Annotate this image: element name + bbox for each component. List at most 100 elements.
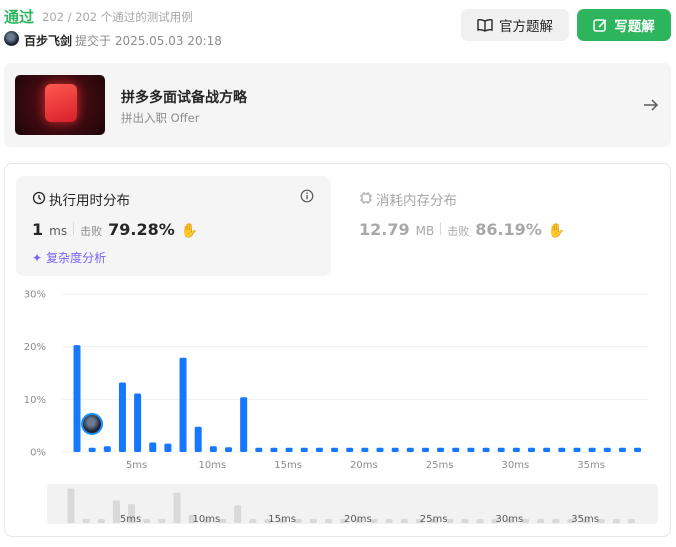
chart-bar bbox=[634, 447, 642, 452]
tab-memory-distribution[interactable]: 消耗内存分布 bbox=[376, 189, 457, 209]
brush-bar bbox=[461, 519, 469, 523]
chart-bar bbox=[255, 447, 263, 452]
runtime-unit: ms bbox=[49, 224, 68, 238]
brush-tick-label: 10ms bbox=[193, 514, 221, 525]
chart-bar bbox=[134, 393, 142, 452]
brush-bar bbox=[173, 492, 181, 523]
x-tick-label: 25ms bbox=[426, 460, 454, 471]
brush-bar bbox=[67, 488, 75, 523]
chart-bar bbox=[452, 447, 460, 452]
official-solution-button[interactable]: 官方题解 bbox=[461, 9, 569, 41]
chart-bar bbox=[270, 447, 278, 452]
x-tick-label: 5ms bbox=[126, 460, 147, 471]
brush-bar bbox=[400, 519, 408, 523]
divider bbox=[73, 222, 75, 235]
write-solution-button[interactable]: 写题解 bbox=[577, 9, 671, 41]
y-tick-label: 0% bbox=[30, 448, 46, 459]
complexity-label: 复杂度分析 bbox=[46, 251, 107, 265]
brush-tick-label: 25ms bbox=[420, 514, 448, 525]
arrow-right-icon[interactable] bbox=[641, 95, 661, 115]
zoom-brush-preview[interactable]: 5ms 10ms 15ms 20ms 25ms 30ms 35ms bbox=[0, 480, 676, 530]
chart-bar bbox=[164, 443, 172, 452]
x-tick-label: 35ms bbox=[577, 460, 605, 471]
memory-value: 12.79 bbox=[359, 220, 410, 239]
username[interactable]: 百步飞剑 bbox=[24, 32, 72, 49]
my-submission-marker[interactable] bbox=[81, 413, 103, 435]
chart-bar bbox=[573, 447, 581, 452]
brush-bar bbox=[476, 519, 484, 523]
chart-bar bbox=[361, 447, 369, 452]
submission-status: 通过 bbox=[4, 8, 35, 26]
avatar[interactable] bbox=[4, 31, 19, 46]
chart-bar bbox=[588, 447, 596, 452]
memory-beat-value: 86.19% bbox=[475, 220, 542, 239]
chart-bar bbox=[467, 447, 475, 452]
promo-subtitle: 拼出入职 Offer bbox=[121, 111, 200, 125]
brush-bar bbox=[82, 519, 90, 523]
chart-bar bbox=[391, 447, 399, 452]
chart-bar bbox=[528, 447, 535, 452]
brush-bar bbox=[309, 519, 317, 523]
write-solution-label: 写题解 bbox=[614, 19, 655, 35]
brush-bar bbox=[158, 519, 166, 523]
chart-bar bbox=[421, 447, 429, 452]
chart-bar bbox=[315, 447, 323, 452]
chart-bar bbox=[103, 446, 111, 452]
brush-tick-label: 20ms bbox=[344, 514, 372, 525]
runtime-beat-value: 79.28% bbox=[108, 220, 175, 239]
clap-icon: ✋ bbox=[547, 223, 566, 239]
x-tick-label: 10ms bbox=[199, 460, 227, 471]
brush-bar bbox=[234, 505, 242, 523]
info-icon[interactable] bbox=[300, 189, 314, 203]
memory-stats: 12.79 MB 击败 86.19% ✋ bbox=[359, 220, 565, 239]
sparkle-icon: ✦ bbox=[32, 250, 43, 265]
divider bbox=[440, 222, 442, 235]
chart-bar bbox=[240, 397, 248, 452]
chart-bar bbox=[331, 447, 339, 452]
promo-title: 拼多多面试备战方略 bbox=[121, 90, 247, 106]
runtime-value: 1 bbox=[32, 220, 44, 239]
brush-bar bbox=[325, 519, 333, 523]
chart-bar bbox=[88, 447, 96, 452]
chart-bar bbox=[512, 447, 520, 452]
book-icon bbox=[477, 18, 493, 32]
brush-bar bbox=[112, 500, 120, 523]
brush-tick-label: 30ms bbox=[496, 514, 524, 525]
complexity-analysis-link[interactable]: ✦ 复杂度分析 bbox=[32, 249, 106, 266]
x-tick-label: 15ms bbox=[274, 460, 302, 471]
chart-bar bbox=[179, 357, 187, 452]
chart-bar bbox=[558, 447, 566, 452]
brush-tick-label: 35ms bbox=[571, 514, 599, 525]
brush-bar bbox=[628, 519, 636, 523]
clock-icon bbox=[32, 191, 46, 205]
chart-bar bbox=[194, 426, 202, 452]
chart-bar bbox=[376, 447, 384, 452]
clap-icon: ✋ bbox=[180, 223, 199, 239]
x-tick-label: 30ms bbox=[502, 460, 530, 471]
chart-bar bbox=[482, 447, 490, 452]
edit-icon bbox=[593, 18, 607, 32]
chart-bar bbox=[618, 447, 626, 452]
brush-bar bbox=[97, 519, 105, 523]
brush-tick-label: 5ms bbox=[120, 514, 141, 525]
chart-bar bbox=[406, 447, 414, 452]
chart-bar bbox=[603, 447, 611, 452]
brush-bar bbox=[537, 519, 545, 523]
chart-bar bbox=[149, 442, 157, 452]
runtime-beat-label: 击败 bbox=[80, 225, 103, 238]
chart-bar bbox=[118, 382, 126, 452]
memory-unit: MB bbox=[415, 224, 435, 238]
chart-bar bbox=[543, 447, 551, 452]
chart-bar bbox=[300, 447, 308, 452]
x-tick-label: 20ms bbox=[350, 460, 378, 471]
submit-time: 提交于 2025.05.03 20:18 bbox=[75, 34, 222, 48]
brush-bar bbox=[385, 519, 393, 523]
y-tick-label: 20% bbox=[24, 342, 46, 353]
memory-beat-label: 击败 bbox=[447, 225, 470, 238]
brush-tick-label: 15ms bbox=[268, 514, 296, 525]
chart-bar bbox=[73, 345, 81, 452]
chart-bar bbox=[225, 447, 232, 452]
y-tick-label: 30% bbox=[24, 290, 46, 301]
test-cases-summary: 202 / 202 个通过的测试用例 bbox=[42, 10, 193, 24]
runtime-tab-label: 执行用时分布 bbox=[49, 193, 130, 209]
